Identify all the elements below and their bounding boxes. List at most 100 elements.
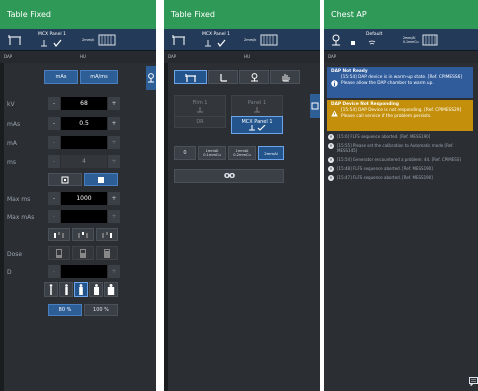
dose-high-button[interactable] (96, 246, 118, 260)
chest-receptor-button[interactable] (239, 70, 269, 84)
receptor-film-button[interactable]: Film 1 (174, 95, 226, 117)
log-1-close-icon[interactable]: ✕ (328, 134, 334, 140)
ms-plus-button[interactable]: + (108, 155, 120, 168)
dock-filter-label: 2mm/Al 0.1mmCu (403, 36, 419, 44)
density-value[interactable] (61, 265, 107, 278)
density-minus-button[interactable]: - (48, 265, 60, 278)
dap-not-ready-message[interactable]: DAP Not Ready [15:54] DAP device is in w… (327, 67, 473, 98)
max-mas-minus-button[interactable]: - (48, 210, 60, 223)
left-scrollbar[interactable] (164, 63, 168, 391)
mas-minus-button[interactable]: - (48, 117, 60, 130)
patient-large-icon (93, 284, 99, 295)
log-4-close-icon[interactable]: ✕ (328, 166, 334, 172)
side-square-tab[interactable] (310, 94, 320, 118)
dock-panel-label: MCX Panel 1 (38, 32, 66, 37)
grid-icon[interactable] (98, 33, 116, 47)
patient-size-1-button[interactable] (44, 282, 58, 297)
dose-label: Dose (7, 251, 23, 258)
filter-2al-button[interactable]: 2mmAl (258, 146, 284, 160)
mas-value[interactable]: 0.5 (61, 117, 107, 130)
receptor-dr-button[interactable]: DR (174, 116, 226, 128)
chamber-3-button[interactable] (96, 228, 118, 241)
dose-mid-button[interactable] (72, 246, 94, 260)
chat-icon[interactable] (469, 377, 478, 386)
dock-size-label: 2mm/k (244, 38, 257, 42)
ma-value[interactable] (61, 136, 107, 149)
patient-size-2-button[interactable] (59, 282, 73, 297)
warn2-hint: Please call service if the problem persi… (341, 114, 432, 119)
free-exposure-button[interactable] (270, 70, 300, 84)
dap-status: DAP (328, 54, 337, 59)
log-5-close-icon[interactable]: ✕ (328, 175, 334, 181)
panel1-statusbar: DAP HU (0, 51, 156, 63)
wall-stand-button[interactable] (208, 70, 238, 84)
panel-icon (197, 106, 203, 112)
max-ms-plus-button[interactable]: + (108, 192, 120, 205)
chamber-1-button[interactable] (48, 228, 70, 241)
log-entry-5: [15:47] FLFS sequence aborted. [Ref. MES… (337, 175, 433, 180)
patient-slim-icon (64, 284, 68, 295)
chest-icon (332, 34, 340, 46)
ma-minus-button[interactable]: - (48, 136, 60, 149)
panel2-statusbar: DAP HU (164, 51, 320, 63)
max-mas-value[interactable] (61, 210, 107, 223)
mode-square-small-button[interactable] (48, 173, 82, 186)
ma-label: mA (7, 140, 17, 147)
mode-square-large-button[interactable] (84, 173, 118, 186)
log-2-close-icon[interactable]: ✕ (328, 143, 334, 149)
max-ms-minus-button[interactable]: - (48, 192, 60, 205)
chest-side-tab[interactable] (146, 66, 156, 90)
ms-value[interactable]: 4 (61, 155, 107, 168)
grid-icon[interactable] (422, 33, 438, 47)
table-receptor-button[interactable] (174, 70, 207, 84)
chamber-right-icon (102, 231, 112, 238)
percent-100-button[interactable]: 100 % (84, 304, 118, 316)
kv-plus-button[interactable]: + (108, 97, 120, 110)
max-ms-label: Max ms (7, 196, 31, 203)
chamber-2-button[interactable] (72, 228, 94, 241)
dose-high-icon (104, 248, 110, 258)
panel1-dock: MCX Panel 1 2mm/k (0, 29, 156, 51)
panel-check-icon (249, 124, 266, 131)
unit-mas-button[interactable]: mAs (44, 70, 78, 84)
receptor-panel: Table Fixed MCX Panel 1 2mm/k DAP HU Fil… (164, 0, 320, 391)
dap-not-responding-message[interactable]: DAP Device Not Responding [15:54] DAP De… (327, 100, 473, 131)
square-icon (311, 102, 319, 110)
left-scrollbar[interactable] (0, 63, 4, 391)
density-plus-button[interactable]: + (108, 265, 120, 278)
patient-size-4-button[interactable] (89, 282, 103, 297)
grid-icon[interactable] (260, 33, 278, 47)
filter-1al-02cu-button[interactable]: 1mmAl 0.2mmCu (228, 146, 256, 160)
patient-size-3-button[interactable] (74, 282, 88, 297)
hu-status: HU (244, 54, 250, 59)
log-3-close-icon[interactable]: ✕ (328, 157, 334, 163)
unit-ma-ms-button[interactable]: mA/ms (80, 70, 118, 84)
detector-wifi-icon (351, 40, 376, 45)
dose-mid-icon (80, 248, 86, 258)
dose-low-button[interactable] (48, 246, 70, 260)
mas-label: mAs (7, 121, 21, 128)
panel3-title: Chest AP (324, 0, 478, 29)
patient-xlarge-icon (107, 284, 115, 295)
dock-default-label: Default (366, 32, 383, 37)
chest-icon (148, 73, 154, 83)
ms-minus-button[interactable]: - (48, 155, 60, 168)
filter-1al-01cu-button[interactable]: 1mmAl 0.1mmCu (198, 146, 226, 160)
receptor-panel1-button[interactable]: Panel 1 (231, 95, 283, 117)
compression-pad-button[interactable]: oo (174, 169, 284, 183)
percent-80-button[interactable]: 80 % (48, 304, 82, 316)
mas-plus-button[interactable]: + (108, 117, 120, 130)
receptor-mcx-button[interactable]: MCX Panel 1 (231, 116, 283, 134)
chest-icon (250, 72, 258, 81)
max-mas-plus-button[interactable]: + (108, 210, 120, 223)
kv-value[interactable]: 68 (61, 97, 107, 110)
dap-status: DAP (168, 54, 177, 59)
max-ms-value[interactable]: 1000 (61, 192, 107, 205)
ms-label: ms (7, 159, 16, 166)
patient-size-5-button[interactable] (104, 282, 118, 297)
dock-size-label: 2mm/k (82, 38, 95, 42)
info-icon (331, 80, 338, 87)
kv-minus-button[interactable]: - (48, 97, 60, 110)
ma-plus-button[interactable]: + (108, 136, 120, 149)
filter-none-button[interactable]: 0 (174, 146, 196, 160)
